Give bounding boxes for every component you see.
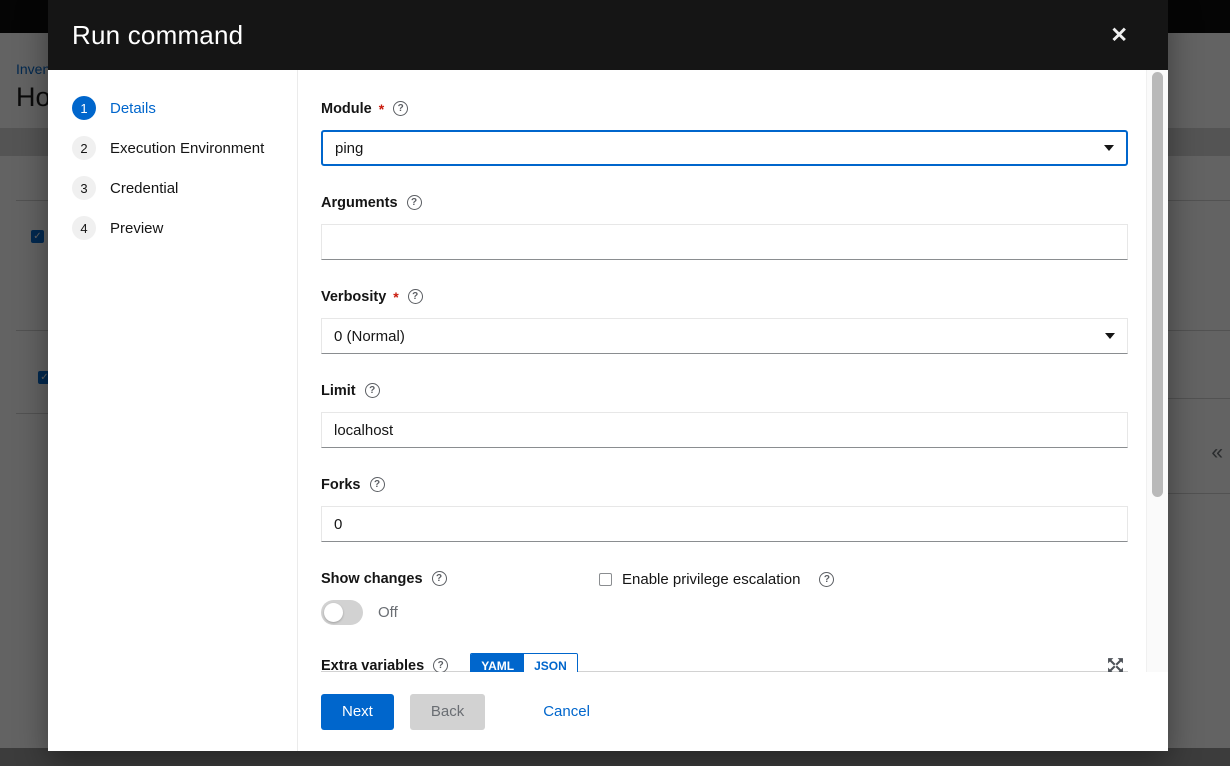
caret-down-icon	[1105, 333, 1115, 339]
question-circle-icon[interactable]: ?	[432, 571, 447, 586]
close-button[interactable]: ✕	[1110, 25, 1128, 46]
step-label: Preview	[110, 220, 163, 237]
expand-arrows-icon[interactable]	[1107, 657, 1124, 672]
show-changes-toggle[interactable]	[321, 600, 363, 625]
toggle-knob	[324, 603, 343, 622]
caret-down-icon	[1104, 145, 1114, 151]
yaml-tab[interactable]: YAML	[471, 654, 524, 672]
modal-scrollbar-track[interactable]	[1146, 70, 1168, 672]
verbosity-select[interactable]: 0 (Normal)	[321, 318, 1128, 354]
extra-variables-row: Extra variables ? YAML JSON	[321, 653, 1128, 672]
limit-input[interactable]	[321, 412, 1128, 448]
back-button[interactable]: Back	[410, 694, 485, 730]
module-label: Module	[321, 101, 372, 117]
module-field-group: Module * ? ping	[321, 100, 1128, 166]
step-number-badge: 2	[72, 136, 96, 160]
format-toggle-group: YAML JSON	[470, 653, 578, 672]
step-label: Details	[110, 100, 156, 117]
forks-field-group: Forks ?	[321, 476, 1128, 542]
arguments-input[interactable]	[321, 224, 1128, 260]
cancel-button[interactable]: Cancel	[535, 694, 598, 730]
privilege-escalation-group: Enable privilege escalation ?	[599, 571, 834, 588]
question-circle-icon[interactable]: ?	[819, 572, 834, 587]
verbosity-field-group: Verbosity * ? 0 (Normal)	[321, 288, 1128, 354]
verbosity-label: Verbosity	[321, 289, 386, 305]
wizard-nav: 1 Details 2 Execution Environment 3 Cred…	[48, 70, 298, 751]
verbosity-selected-value: 0 (Normal)	[334, 328, 405, 345]
modal-title: Run command	[72, 20, 243, 51]
wizard-step-details[interactable]: 1 Details	[72, 96, 297, 120]
question-circle-icon[interactable]: ?	[393, 101, 408, 116]
details-form: Module * ? ping Arguments ?	[298, 70, 1168, 672]
toggles-row: Show changes ? Off	[321, 570, 1128, 625]
run-command-modal: Run command ✕ 1 Details 2 Execution Envi…	[48, 0, 1168, 751]
wizard-step-credential[interactable]: 3 Credential	[72, 176, 297, 200]
wizard-step-preview[interactable]: 4 Preview	[72, 216, 297, 240]
step-number-badge: 3	[72, 176, 96, 200]
modal-scrollbar-thumb[interactable]	[1152, 72, 1163, 497]
required-asterisk: *	[379, 101, 384, 117]
modal-header: Run command ✕	[48, 0, 1168, 70]
close-icon: ✕	[1110, 24, 1128, 47]
question-circle-icon[interactable]: ?	[408, 289, 423, 304]
show-changes-group: Show changes ? Off	[321, 570, 599, 625]
arguments-field-group: Arguments ?	[321, 194, 1128, 260]
modal-footer: Next Back Cancel	[298, 672, 1168, 751]
forks-label: Forks	[321, 477, 361, 493]
limit-field-group: Limit ?	[321, 382, 1128, 448]
module-select[interactable]: ping	[321, 130, 1128, 166]
limit-label: Limit	[321, 383, 356, 399]
json-tab[interactable]: JSON	[524, 654, 577, 672]
next-button[interactable]: Next	[321, 694, 394, 730]
question-circle-icon[interactable]: ?	[433, 658, 448, 672]
module-selected-value: ping	[335, 140, 363, 157]
privilege-escalation-checkbox[interactable]	[599, 573, 612, 586]
required-asterisk: *	[393, 289, 398, 305]
question-circle-icon[interactable]: ?	[370, 477, 385, 492]
step-number-badge: 4	[72, 216, 96, 240]
arguments-label: Arguments	[321, 195, 398, 211]
show-changes-label: Show changes	[321, 571, 423, 587]
question-circle-icon[interactable]: ?	[407, 195, 422, 210]
step-number-badge: 1	[72, 96, 96, 120]
extra-variables-label: Extra variables	[321, 658, 424, 673]
question-circle-icon[interactable]: ?	[365, 383, 380, 398]
toggle-state-label: Off	[378, 604, 398, 621]
wizard-step-execution-environment[interactable]: 2 Execution Environment	[72, 136, 297, 160]
forks-input[interactable]	[321, 506, 1128, 542]
privilege-escalation-label: Enable privilege escalation	[622, 571, 800, 588]
wizard-main-column: Module * ? ping Arguments ?	[298, 70, 1168, 751]
step-label: Credential	[110, 180, 178, 197]
modal-body: 1 Details 2 Execution Environment 3 Cred…	[48, 70, 1168, 751]
step-label: Execution Environment	[110, 140, 264, 157]
